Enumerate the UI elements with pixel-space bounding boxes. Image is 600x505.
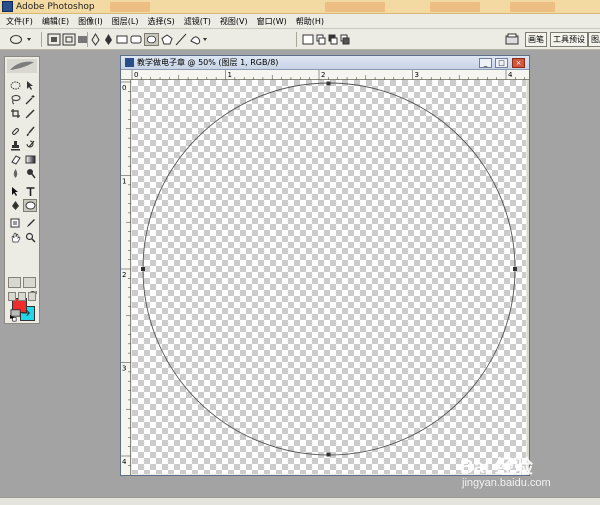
menu-help[interactable]: 帮助(H) (296, 16, 324, 27)
ruler-top-label: 3 (415, 71, 419, 79)
subtract-from-selection-icon[interactable] (328, 33, 338, 46)
type-tool-icon[interactable] (23, 185, 37, 198)
zoom-tool-icon[interactable] (23, 231, 37, 244)
ruler-left-label: 2 (122, 271, 126, 279)
watermark-logo: Bai 经验 (460, 457, 533, 478)
menu-image[interactable]: 图像(I) (78, 16, 103, 27)
palette-tab-layers[interactable]: 图层 (588, 32, 600, 47)
menu-window[interactable]: 窗口(W) (257, 16, 287, 27)
ruler-vertical[interactable]: 0 1 2 3 4 (121, 80, 131, 475)
crop-tool-icon[interactable] (8, 107, 22, 120)
standard-screen-mode-button[interactable] (8, 292, 16, 301)
blur-tool-icon[interactable] (8, 167, 22, 180)
status-bar (0, 497, 600, 505)
pen-tool-icon[interactable] (90, 33, 101, 46)
hand-tool-icon[interactable] (8, 231, 22, 244)
jump-to-imageready-icon[interactable] (8, 306, 36, 319)
menu-edit[interactable]: 编辑(E) (42, 16, 69, 27)
menu-file[interactable]: 文件(F) (6, 16, 33, 27)
ruler-left-label: 1 (122, 178, 126, 186)
new-selection-icon[interactable] (302, 33, 314, 46)
clone-stamp-tool-icon[interactable] (8, 139, 22, 152)
document-canvas[interactable] (132, 80, 526, 474)
taskbar-tab-blur (430, 2, 480, 12)
anchor-point-right (513, 267, 517, 271)
ellipse-shape-icon[interactable] (144, 33, 159, 46)
taskbar-tab-blur (510, 2, 555, 12)
quick-mask-mode-button[interactable] (23, 277, 36, 288)
history-brush-tool-icon[interactable] (23, 139, 37, 152)
healing-brush-tool-icon[interactable] (8, 125, 22, 138)
ruler-top-label: 1 (228, 71, 232, 79)
dodge-tool-icon[interactable] (23, 167, 37, 180)
palette-tab-brushes[interactable]: 画笔 (525, 32, 547, 47)
full-screen-menu-mode-button[interactable] (18, 292, 26, 301)
document-window: 教学做电子章 @ 50% (图层 1, RGB/8) _ □ × 0 1 2 3 4 0… (120, 55, 530, 476)
watermark-url: jingyan.baidu.com (462, 477, 551, 489)
screen-mode-buttons (8, 292, 36, 301)
add-to-selection-icon[interactable] (316, 33, 326, 46)
magic-wand-tool-icon[interactable] (23, 93, 37, 106)
rounded-rectangle-shape-icon[interactable] (130, 33, 142, 46)
menubar: 文件(F) 编辑(E) 图像(I) 图层(L) 选择(S) 滤镜(T) 视图(V… (0, 14, 600, 29)
anchor-point-left (141, 267, 145, 271)
menu-filter[interactable]: 滤镜(T) (184, 16, 211, 27)
anchor-point-bottom (326, 452, 331, 457)
palette-tab-tool-presets[interactable]: 工具预设 (550, 32, 588, 47)
intersect-selection-icon[interactable] (340, 33, 350, 46)
maximize-button[interactable]: □ (495, 58, 508, 68)
vertical-scrollbar[interactable] (527, 80, 529, 475)
file-browser-icon[interactable] (505, 33, 519, 46)
close-button[interactable]: × (512, 58, 525, 68)
eraser-tool-icon[interactable] (8, 153, 22, 166)
ruler-top-label: 2 (321, 71, 325, 79)
document-titlebar[interactable]: 教学做电子章 @ 50% (图层 1, RGB/8) _ □ × (121, 56, 529, 70)
ellipse-path (142, 82, 516, 456)
ellipse-tool-icon[interactable] (23, 199, 37, 212)
rectangle-shape-icon[interactable] (116, 33, 128, 46)
app-titlebar: Adobe Photoshop (0, 0, 600, 14)
marquee-tool-icon[interactable] (8, 79, 22, 92)
custom-shape-icon[interactable] (189, 33, 209, 46)
photoshop-app-icon (2, 1, 13, 12)
ruler-horizontal[interactable]: 0 1 2 3 4 (130, 70, 529, 80)
menu-layer[interactable]: 图层(L) (112, 16, 139, 27)
document-icon (125, 58, 134, 67)
taskbar-tab-blur (325, 2, 385, 12)
menu-view[interactable]: 视图(V) (220, 16, 248, 27)
path-selection-tool-icon[interactable] (8, 185, 22, 198)
ruler-top-label: 4 (508, 71, 513, 79)
minimize-button[interactable]: _ (479, 58, 492, 68)
standard-mode-button[interactable] (8, 277, 21, 288)
feather-logo-icon (7, 59, 37, 73)
ruler-left-label: 0 (122, 84, 126, 92)
taskbar-tab-blur (110, 2, 150, 12)
polygon-shape-icon[interactable] (161, 33, 173, 46)
quick-mask-buttons (8, 277, 36, 288)
ruler-top-label: 0 (134, 71, 138, 79)
options-bar: 画笔 工具预设 图层 (0, 29, 600, 50)
menu-select[interactable]: 选择(S) (147, 16, 174, 27)
slice-tool-icon[interactable] (23, 107, 37, 120)
move-tool-icon[interactable] (23, 79, 37, 92)
line-shape-icon[interactable] (175, 33, 187, 46)
freeform-pen-icon[interactable] (103, 33, 114, 46)
brush-tool-icon[interactable] (23, 125, 37, 138)
notes-tool-icon[interactable] (8, 217, 22, 230)
eyedropper-tool-icon[interactable] (23, 217, 37, 230)
app-title: Adobe Photoshop (16, 1, 95, 12)
tool-preset-picker[interactable] (8, 33, 34, 46)
ruler-left-label: 4 (122, 458, 127, 466)
full-screen-mode-button[interactable] (28, 292, 36, 301)
gradient-tool-icon[interactable] (23, 153, 37, 166)
shape-layers-icon[interactable] (47, 33, 61, 46)
anchor-point-top (326, 81, 331, 86)
lasso-tool-icon[interactable] (8, 93, 22, 106)
document-title: 教学做电子章 @ 50% (图层 1, RGB/8) (137, 58, 279, 67)
ruler-left-label: 3 (122, 365, 126, 373)
pen-tool-icon[interactable] (8, 199, 22, 212)
paths-mode-icon[interactable] (62, 33, 76, 46)
